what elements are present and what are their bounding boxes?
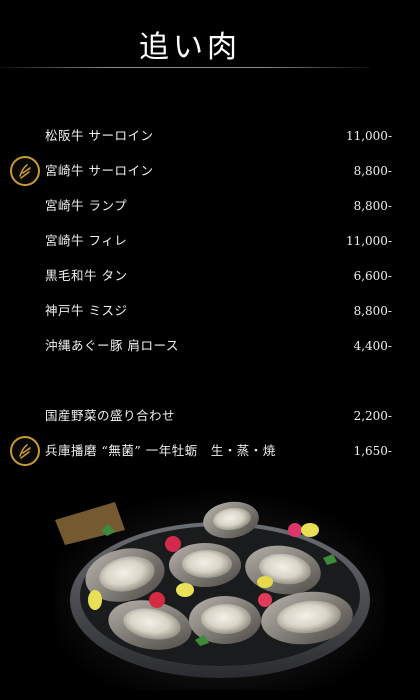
menu-item-name: 国産野菜の盛り合わせ (45, 408, 176, 423)
menu-item-miyazaki-rump: 宮崎牛 ランプ 8,800- (0, 194, 420, 218)
menu-item-name: 宮崎牛 フィレ (45, 233, 128, 248)
menu-item-matsusaka-sirloin: 松阪牛 サーロイン 11,000- (0, 124, 420, 148)
menu-item-miyazaki-sirloin: 宮崎牛 サーロイン 8,800- (0, 159, 420, 183)
oyster-platter-image (55, 490, 385, 690)
menu-item-vegetable-platter: 国産野菜の盛り合わせ 2,200- (0, 404, 420, 428)
menu-item-wagyu-tongue: 黒毛和牛 タン 6,600- (0, 264, 420, 288)
menu-item-miyazaki-fillet: 宮崎牛 フィレ 11,000- (0, 229, 420, 253)
menu-item-name: 松阪牛 サーロイン (45, 128, 154, 143)
menu-item-price: 8,800- (353, 199, 392, 213)
menu-item-name: 兵庫播磨 “無菌” 一年牡蛎 生・蒸・焼 (45, 443, 276, 458)
title-divider (0, 67, 370, 68)
menu-item-price: 6,600- (353, 269, 392, 283)
menu-item-name: 宮崎牛 サーロイン (45, 163, 154, 178)
menu-item-price: 11,000- (345, 234, 392, 248)
menu-item-name: 宮崎牛 ランプ (45, 198, 128, 213)
menu-item-harima-oyster: 兵庫播磨 “無菌” 一年牡蛎 生・蒸・焼 1,650- (0, 439, 420, 463)
menu-item-agu-pork: 沖縄あぐー豚 肩ロース 4,400- (0, 334, 420, 358)
menu-item-kobe-misuji: 神戸牛 ミスジ 8,800- (0, 299, 420, 323)
menu-item-name: 沖縄あぐー豚 肩ロース (45, 338, 179, 353)
menu-item-name: 黒毛和牛 タン (45, 268, 128, 283)
oyster-platter-photo (55, 490, 385, 690)
menu-item-price: 4,400- (353, 339, 392, 353)
menu-item-price: 11,000- (345, 129, 392, 143)
menu-item-name: 神戸牛 ミスジ (45, 303, 128, 318)
menu-item-price: 8,800- (353, 304, 392, 318)
menu-title: 追い肉 (139, 30, 241, 65)
menu-item-price: 1,650- (353, 444, 392, 458)
menu-item-price: 2,200- (353, 409, 392, 423)
menu-item-price: 8,800- (353, 164, 392, 178)
